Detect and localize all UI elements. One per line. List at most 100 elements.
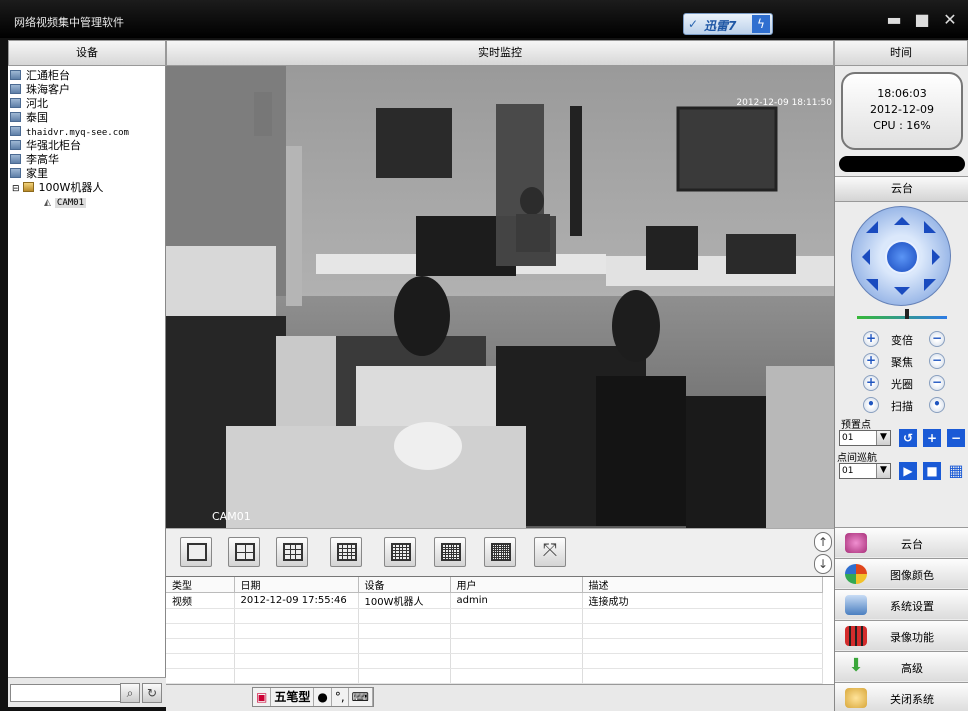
scan-label: 扫描 (891, 400, 913, 413)
iris-row: + 光圈 − (863, 374, 953, 392)
clock-time: 18:06:03 (877, 87, 927, 100)
camera-icon: ◭ (44, 198, 51, 208)
tree-item-huitong[interactable]: 汇通柜台 (10, 69, 70, 82)
table-row[interactable]: 视频 2012-12-09 17:55:46 100W机器人 admin 连接成… (166, 592, 823, 609)
minimize-button[interactable]: ▬ (884, 10, 904, 30)
fullscreen-button[interactable]: ⤧ (534, 537, 566, 567)
focus-out-button[interactable]: − (929, 353, 945, 369)
layout-36-button[interactable] (434, 537, 466, 567)
menu-advanced-label: 高级 (901, 662, 923, 675)
scroll-up-button[interactable]: ↑ (814, 532, 832, 552)
preset-label: 预置点 (841, 420, 871, 431)
tree-expander[interactable]: ⊟ (12, 184, 20, 194)
col-device[interactable]: 设备 (358, 577, 451, 593)
device-search-input[interactable] (10, 684, 122, 702)
twentyfive-view-icon (391, 543, 411, 561)
ime-toolbar[interactable]: ▣ 五笔型 ● °, ⌨ (252, 687, 374, 707)
arrow-down-icon: ⬇ (848, 655, 864, 676)
search-button[interactable]: ⌕ (120, 683, 140, 703)
refresh-button[interactable]: ↻ (142, 683, 162, 703)
iris-open-button[interactable]: + (863, 375, 879, 391)
cruise-select[interactable]: 01 ▼ (839, 463, 891, 479)
ptz-downright-button[interactable] (924, 279, 936, 291)
cruise-stop-button[interactable]: ■ (923, 462, 941, 480)
menu-shutdown[interactable]: 关闭系统 (835, 682, 968, 711)
stop-icon: ■ (926, 464, 938, 478)
scan-start-button[interactable]: • (863, 397, 879, 413)
cruise-grid-button[interactable]: ▦ (947, 462, 965, 480)
table-row (166, 608, 823, 624)
zoom-label: 变倍 (891, 334, 913, 347)
tree-item-hebei[interactable]: 河北 (10, 97, 48, 110)
xunlei-label: 迅雷7 (704, 19, 737, 33)
ptz-up-button[interactable] (894, 209, 910, 225)
layout-25-button[interactable] (384, 537, 416, 567)
scan-stop-button[interactable]: • (929, 397, 945, 413)
tree-item-cam01[interactable]: ◭ CAM01 (44, 195, 87, 208)
ptz-speed-thumb[interactable] (905, 309, 909, 319)
ptz-right-button[interactable] (932, 249, 948, 265)
half-width-icon[interactable]: ● (314, 688, 332, 706)
menu-recording[interactable]: 录像功能 (835, 620, 968, 650)
sixteen-view-icon (337, 543, 357, 561)
device-header: 设备 (8, 40, 166, 66)
layout-64-button[interactable] (484, 537, 516, 567)
time-header: 时间 (834, 40, 968, 66)
ptz-left-button[interactable] (854, 249, 870, 265)
ptz-speed-slider[interactable] (857, 316, 947, 319)
tree-item-zhuhai[interactable]: 珠海客户 (10, 83, 70, 96)
zoom-in-button[interactable]: + (863, 331, 879, 347)
ptz-down-button[interactable] (894, 287, 910, 303)
preset-remove-button[interactable]: − (947, 429, 965, 447)
preset-goto-button[interactable]: ↺ (899, 429, 917, 447)
col-date[interactable]: 日期 (234, 577, 359, 593)
ptz-center-button[interactable] (885, 240, 919, 274)
close-button[interactable]: ✕ (940, 10, 960, 30)
col-user[interactable]: 用户 (450, 577, 583, 593)
layout-16-button[interactable] (330, 537, 362, 567)
fullscreen-icon: ⤧ (542, 540, 558, 561)
menu-image-color[interactable]: 图像颜色 (835, 558, 968, 588)
preset-value: 01 (842, 433, 854, 443)
tree-item-robot[interactable]: ⊟ 100W机器人 (12, 181, 103, 194)
tree-item-thailand[interactable]: 泰国 (10, 111, 48, 124)
focus-in-button[interactable]: + (863, 353, 879, 369)
col-description[interactable]: 描述 (582, 577, 823, 593)
zoom-out-button[interactable]: − (929, 331, 945, 347)
table-row (166, 653, 823, 669)
tree-item-huaqiangbei[interactable]: 华强北柜台 (10, 139, 81, 152)
layout-4-button[interactable] (228, 537, 260, 567)
menu-shutdown-label: 关闭系统 (890, 693, 934, 706)
ptz-downleft-button[interactable] (866, 279, 878, 291)
layout-1-button[interactable] (180, 537, 212, 567)
menu-advanced[interactable]: ⬇ 高级 (835, 651, 968, 681)
menu-ptz[interactable]: 云台 (835, 527, 968, 557)
menu-system-settings[interactable]: 系统设置 (835, 589, 968, 619)
keyboard-icon[interactable]: ⌨ (349, 688, 373, 706)
log-header-row: 类型 日期 设备 用户 描述 (166, 577, 823, 593)
zoom-row: + 变倍 − (863, 330, 953, 348)
layout-9-button[interactable] (276, 537, 308, 567)
iris-close-button[interactable]: − (929, 375, 945, 391)
col-type[interactable]: 类型 (166, 577, 235, 593)
tree-item-ligaohua[interactable]: 李高华 (10, 153, 59, 166)
preset-add-button[interactable]: + (923, 429, 941, 447)
ime-icon[interactable]: ▣ (253, 688, 272, 706)
maximize-button[interactable]: ■ (912, 10, 932, 30)
punctuation-icon[interactable]: °, (332, 688, 349, 706)
tree-item-thaidvr[interactable]: thaidvr.myq-see.com (10, 125, 129, 138)
table-row (166, 623, 823, 639)
video-view[interactable]: 2012-12-09 18:11:50 CAM01 (166, 66, 834, 528)
ptz-upright-button[interactable] (924, 221, 936, 233)
tree-item-home[interactable]: 家里 (10, 167, 48, 180)
scroll-down-button[interactable]: ↓ (814, 554, 832, 574)
thirtysix-view-icon (441, 543, 461, 561)
xunlei-badge[interactable]: ✓ 迅雷7 ϟ (683, 13, 773, 35)
users-icon (845, 688, 867, 708)
cruise-play-button[interactable]: ▶ (899, 462, 917, 480)
dvr-icon (10, 140, 21, 150)
ime-name[interactable]: 五笔型 (271, 688, 315, 706)
ptz-joystick[interactable] (851, 206, 951, 306)
ptz-upleft-button[interactable] (866, 221, 878, 233)
preset-select[interactable]: 01 ▼ (839, 430, 891, 446)
